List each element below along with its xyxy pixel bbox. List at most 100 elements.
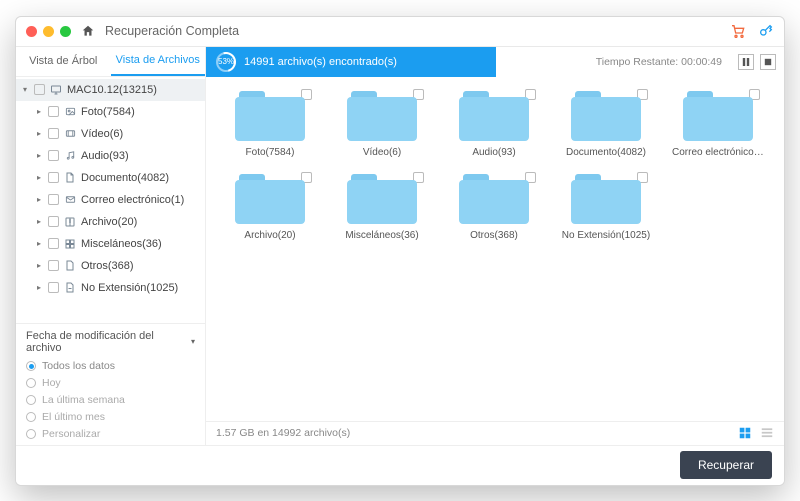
chevron-right-icon[interactable]: ▸	[34, 129, 44, 138]
view-tabs: Vista de Árbol Vista de Archivos	[16, 47, 205, 77]
checkbox[interactable]	[48, 216, 59, 227]
tree-item[interactable]: ▸ Documento(4082)	[16, 167, 205, 189]
chevron-down-icon[interactable]: ▾	[191, 337, 195, 346]
tree-root[interactable]: ▾ MAC10.12(13215)	[16, 79, 205, 101]
audio-icon	[63, 150, 77, 161]
tree-item[interactable]: ▸Audio(93)	[16, 145, 205, 167]
filter-option[interactable]: Todos los datos	[26, 358, 195, 375]
folder-icon	[235, 172, 305, 224]
folder-item[interactable]: Misceláneos(36)	[336, 172, 428, 241]
checkbox[interactable]	[48, 238, 59, 249]
scan-progress-bar: 53% 14991 archivo(s) encontrado(s) Tiemp…	[206, 47, 784, 77]
filter-option[interactable]: El último mes	[26, 409, 195, 426]
chevron-right-icon[interactable]: ▸	[34, 151, 44, 160]
mail-icon	[63, 194, 77, 205]
pause-button[interactable]	[738, 54, 754, 70]
filter-option[interactable]: Personalizar	[26, 426, 195, 443]
checkbox[interactable]	[48, 128, 59, 139]
page-title: Recuperación Completa	[105, 24, 239, 38]
folder-icon	[459, 172, 529, 224]
tree-item-label: Foto(7584)	[81, 106, 135, 118]
folder-item[interactable]: Audio(93)	[448, 89, 540, 158]
tree-item[interactable]: ▸Archivo(20)	[16, 211, 205, 233]
folder-icon	[683, 89, 753, 141]
cart-icon[interactable]	[730, 23, 746, 39]
folder-item[interactable]: Otros(368)	[448, 172, 540, 241]
folder-item[interactable]: Correo electrónico(1)	[672, 89, 764, 158]
folder-icon	[571, 172, 641, 224]
tab-tree-view[interactable]: Vista de Árbol	[16, 47, 111, 76]
radio-icon	[26, 361, 36, 371]
chevron-right-icon[interactable]: ▸	[34, 195, 44, 204]
filters-title[interactable]: Fecha de modificación del archivo ▾	[26, 330, 195, 354]
progress-circle-icon: 53%	[216, 52, 236, 72]
folder-icon	[347, 89, 417, 141]
checkbox[interactable]	[48, 260, 59, 271]
folder-grid: Foto(7584) Vídeo(6) Audio(93) Documento(…	[206, 77, 784, 421]
folder-item[interactable]: Vídeo(6)	[336, 89, 428, 158]
recover-button[interactable]: Recuperar	[680, 451, 772, 479]
chevron-right-icon[interactable]: ▸	[34, 239, 44, 248]
checkbox[interactable]	[48, 106, 59, 117]
chevron-right-icon[interactable]: ▸	[34, 283, 44, 292]
tree-item-label: Documento(4082)	[81, 172, 169, 184]
minimize-window-icon[interactable]	[43, 26, 54, 37]
folder-item[interactable]: Documento(4082)	[560, 89, 652, 158]
tree-item-label: Vídeo(6)	[81, 128, 123, 140]
filter-option[interactable]: La última semana	[26, 392, 195, 409]
tab-file-view[interactable]: Vista de Archivos	[111, 47, 206, 76]
tree-item[interactable]: ▸ Foto(7584)	[16, 101, 205, 123]
chevron-right-icon[interactable]: ▸	[34, 261, 44, 270]
key-icon[interactable]	[758, 23, 774, 39]
chevron-right-icon[interactable]: ▸	[34, 173, 44, 182]
tree-item-label: Otros(368)	[81, 260, 134, 272]
checkbox[interactable]	[48, 172, 59, 183]
maximize-window-icon[interactable]	[60, 26, 71, 37]
close-window-icon[interactable]	[26, 26, 37, 37]
tree-item[interactable]: ▸ Otros(368)	[16, 255, 205, 277]
filter-label: Hoy	[42, 377, 61, 389]
main-panel: 53% 14991 archivo(s) encontrado(s) Tiemp…	[206, 47, 784, 445]
chevron-down-icon[interactable]: ▾	[20, 85, 30, 94]
document-icon	[63, 171, 77, 184]
folder-label: Correo electrónico(1)	[672, 147, 764, 158]
folder-label: Foto(7584)	[246, 147, 295, 158]
date-filters: Fecha de modificación del archivo ▾ Todo…	[16, 323, 205, 445]
stop-button[interactable]	[760, 54, 776, 70]
tree-item-label: Misceláneos(36)	[81, 238, 162, 250]
folder-item[interactable]: Archivo(20)	[224, 172, 316, 241]
tree-item[interactable]: ▸ No Extensión(1025)	[16, 277, 205, 299]
status-bar: 1.57 GB en 14992 archivo(s)	[206, 421, 784, 445]
radio-icon	[26, 395, 36, 405]
folder-item[interactable]: No Extensión(1025)	[560, 172, 652, 241]
folder-item[interactable]: Foto(7584)	[224, 89, 316, 158]
time-remaining: Tiempo Restante: 00:00:49	[496, 56, 732, 68]
tree-item[interactable]: ▸ Vídeo(6)	[16, 123, 205, 145]
tree-root-label: MAC10.12(13215)	[67, 84, 157, 96]
misc-icon	[63, 238, 77, 250]
radio-icon	[26, 378, 36, 388]
radio-icon	[26, 429, 36, 439]
grid-view-icon[interactable]	[738, 426, 752, 440]
checkbox[interactable]	[34, 84, 45, 95]
folder-icon	[235, 89, 305, 141]
no-ext-icon	[63, 281, 77, 294]
tree-item[interactable]: ▸ Misceláneos(36)	[16, 233, 205, 255]
folder-label: No Extensión(1025)	[562, 230, 650, 241]
home-icon[interactable]	[81, 24, 95, 38]
chevron-right-icon[interactable]: ▸	[34, 217, 44, 226]
tree-item[interactable]: ▸Correo electrónico(1)	[16, 189, 205, 211]
filter-label: El último mes	[42, 411, 105, 423]
checkbox[interactable]	[48, 194, 59, 205]
filter-label: Todos los datos	[42, 360, 115, 372]
list-view-icon[interactable]	[760, 426, 774, 440]
chevron-right-icon[interactable]: ▸	[34, 107, 44, 116]
file-icon	[63, 259, 77, 272]
filter-option[interactable]: Hoy	[26, 375, 195, 392]
folder-label: Archivo(20)	[244, 230, 295, 241]
checkbox[interactable]	[48, 282, 59, 293]
tree-item-label: No Extensión(1025)	[81, 282, 178, 294]
checkbox[interactable]	[48, 150, 59, 161]
filter-label: La última semana	[42, 394, 125, 406]
archive-icon	[63, 216, 77, 228]
